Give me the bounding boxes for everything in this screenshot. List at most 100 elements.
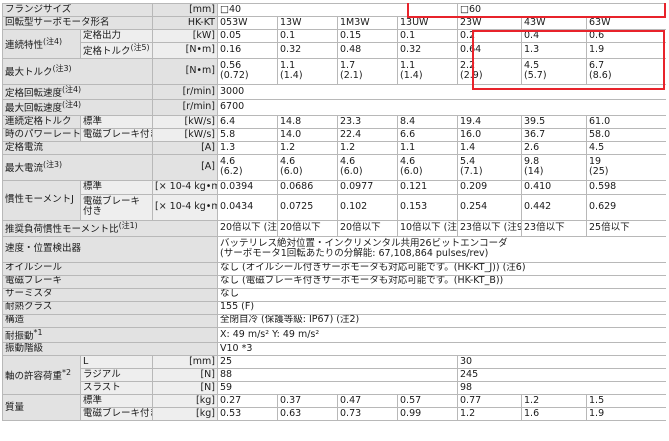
value-cell: 20倍以下 xyxy=(277,219,338,237)
label-encoder: 速度・位置検出器 xyxy=(2,235,218,263)
row-oil-seal: オイルシール なし (オイルシール付きサーボモータも対応可能です。(HK-KT_… xyxy=(2,261,666,276)
value-cell: 8.4 xyxy=(396,114,459,129)
value-cell: 16.0 xyxy=(457,127,523,142)
value-thermistor: なし xyxy=(216,287,666,302)
unit-inertia: [× 10-4 kg•m²] xyxy=(152,193,218,221)
value-cell: 0.0394 xyxy=(217,179,278,195)
value-cell: 36.7 xyxy=(521,127,588,142)
value-cell: 4.5 xyxy=(586,140,666,155)
value-cell: 5.8 xyxy=(217,127,278,142)
unit-kg: [kg] xyxy=(152,407,218,422)
value-cell: 0.0434 xyxy=(217,193,278,221)
label-flange: フランジサイズ xyxy=(2,3,153,17)
row-mass-brake: 電磁ブレーキ付き [kg] 0.53 0.63 0.73 0.99 1.2 1.… xyxy=(3,407,666,422)
model-prefix: HK-KT xyxy=(152,16,218,30)
value-oil-seal: なし (オイルシール付きサーボモータも対応可能です。(HK-KT_J)) (注6… xyxy=(216,261,666,276)
row-power-rate-standard: 連続定格トルク 標準 [kW/s] 6.4 14.8 23.3 8.4 19.4… xyxy=(2,114,666,129)
label-mass: 質量 xyxy=(2,394,81,422)
value-cell: 25倍以下 xyxy=(586,219,666,237)
unit-nm: [N•m] xyxy=(152,57,218,85)
row-load-inertia: 推奨負荷慣性モーメント比(注1) 20倍以下 (注9) 20倍以下 20倍以下 … xyxy=(2,219,666,237)
row-shaft-thrust: スラスト [N] 59 98 xyxy=(3,381,666,396)
value-cell: 23倍以下 xyxy=(521,219,588,237)
value-cell: 2.6 xyxy=(521,140,588,155)
row-brake: 電磁ブレーキ なし (電磁ブレーキ付きサーボモータも対応可能です。(HK-KT_… xyxy=(2,274,666,289)
model-cell: 13W xyxy=(277,16,338,30)
flange-size-a: □40 xyxy=(216,3,459,17)
row-vibration-rank: 振動階級 V10 *3 xyxy=(2,342,666,357)
value-encoder: バッテリレス絶対位置・インクリメンタル共用26ビットエンコーダ (サーボモータ1回… xyxy=(216,235,666,263)
value-cell: 1.3 xyxy=(217,140,278,155)
label-brake: 電磁ブレーキ xyxy=(2,274,218,289)
label-rated-current: 定格電流 xyxy=(2,140,153,155)
value-cell: 0.32 xyxy=(396,42,459,59)
value-cell: 4.5 (5.7) xyxy=(521,57,588,85)
value-cell: 22.4 xyxy=(337,127,398,142)
model-cell: 053W xyxy=(217,16,278,30)
value-radial-b: 245 xyxy=(457,368,666,383)
value-cell: 0.63 xyxy=(277,407,338,422)
value-cell: 1.2 xyxy=(521,394,588,409)
label-vibration-rank: 振動階級 xyxy=(2,342,218,357)
value-cell: 0.73 xyxy=(337,407,398,422)
unit-kws: [kW/s] xyxy=(152,114,218,129)
value-cell: 6.7 (8.6) xyxy=(586,57,666,85)
value-cell: 1.5 xyxy=(586,394,666,409)
unit-kw: [kW] xyxy=(152,29,218,43)
label-rated-output: 定格出力 xyxy=(80,29,153,43)
value-cell: 0.6 xyxy=(586,29,666,43)
value-cell: 0.15 xyxy=(337,29,398,43)
label-shaft-l: L xyxy=(80,355,153,370)
label-power-rate-2: 時のパワーレート xyxy=(2,127,81,142)
label-standard: 標準 xyxy=(80,114,153,129)
label-radial: ラジアル xyxy=(80,368,153,383)
value-brake: なし (電磁ブレーキ付きサーボモータも対応可能です。(HK-KT_B)) xyxy=(216,274,666,289)
label-model: 回転型サーボモータ形名 xyxy=(2,16,153,30)
label-standard: 標準 xyxy=(80,394,153,409)
label-max-current: 最大電流(注3) xyxy=(2,153,153,181)
unit-flange: [mm] xyxy=(152,3,218,17)
row-rated-speed: 定格回転速度(注4) [r/min] 3000 xyxy=(2,83,666,101)
value-cell: 9.8 (14) xyxy=(521,153,588,181)
unit-n: [N] xyxy=(152,368,218,383)
value-cell: 0.4 xyxy=(521,29,588,43)
value-cell: 0.16 xyxy=(217,42,278,59)
value-cell: 1.2 xyxy=(277,140,338,155)
value-cell: 6.6 xyxy=(396,127,459,142)
row-vibration-resistance: 耐振動*1 X: 49 m/s² Y: 49 m/s² xyxy=(2,326,666,344)
value-cell: 0.53 xyxy=(217,407,278,422)
label-oil-seal: オイルシール xyxy=(2,261,218,276)
value-cell: 0.0977 xyxy=(337,179,398,195)
label-max-speed: 最大回転速度(注4) xyxy=(2,99,153,116)
flange-size-b: □60 xyxy=(457,3,666,17)
value-cell: 10倍以下 (注9) xyxy=(396,219,459,237)
model-cell: 63W xyxy=(586,16,666,30)
model-cell: 23W xyxy=(457,16,523,30)
value-cell: 14.0 xyxy=(277,127,338,142)
value-cell: 23倍以下 (注9) xyxy=(457,219,523,237)
value-cell: 1.1 (1.4) xyxy=(396,57,459,85)
value-cell: 0.629 xyxy=(586,193,666,221)
value-cell: 4.6 (6.0) xyxy=(396,153,459,181)
value-cell: 6.4 xyxy=(217,114,278,129)
value-cell: 1.9 xyxy=(586,42,666,59)
label-standard: 標準 xyxy=(80,179,153,195)
value-max-speed: 6700 xyxy=(216,99,666,116)
spec-sheet: フランジサイズ [mm] □40 □60 回転型サーボモータ形名 HK-KT 0… xyxy=(2,3,666,439)
value-cell: 61.0 xyxy=(586,114,666,129)
value-cell: 0.442 xyxy=(521,193,588,221)
value-shaft-l-a: 25 xyxy=(216,355,459,370)
value-cell: 0.1 xyxy=(396,29,459,43)
label-insulation: 耐熱クラス xyxy=(2,300,218,315)
value-cell: 0.56 (0.72) xyxy=(217,57,278,85)
row-inertia-standard: 慣性モーメントJ 標準 [× 10-4 kg•m²] 0.0394 0.0686… xyxy=(2,179,666,221)
value-cell: 1.7 (2.1) xyxy=(337,57,398,85)
value-cell: 0.1 xyxy=(277,29,338,43)
label-with-brake: 電磁ブレーキ付き xyxy=(80,407,153,422)
value-cell: 1.1 xyxy=(396,140,459,155)
label-thermistor: サーミスタ xyxy=(2,287,218,302)
value-cell: 0.0686 xyxy=(277,179,338,195)
label-vibration-resistance: 耐振動*1 xyxy=(2,326,218,344)
value-cell: 23.3 xyxy=(337,114,398,129)
row-inertia-brake: 電磁ブレーキ付き [× 10-4 kg•m²] 0.0434 0.0725 0.… xyxy=(3,193,666,221)
